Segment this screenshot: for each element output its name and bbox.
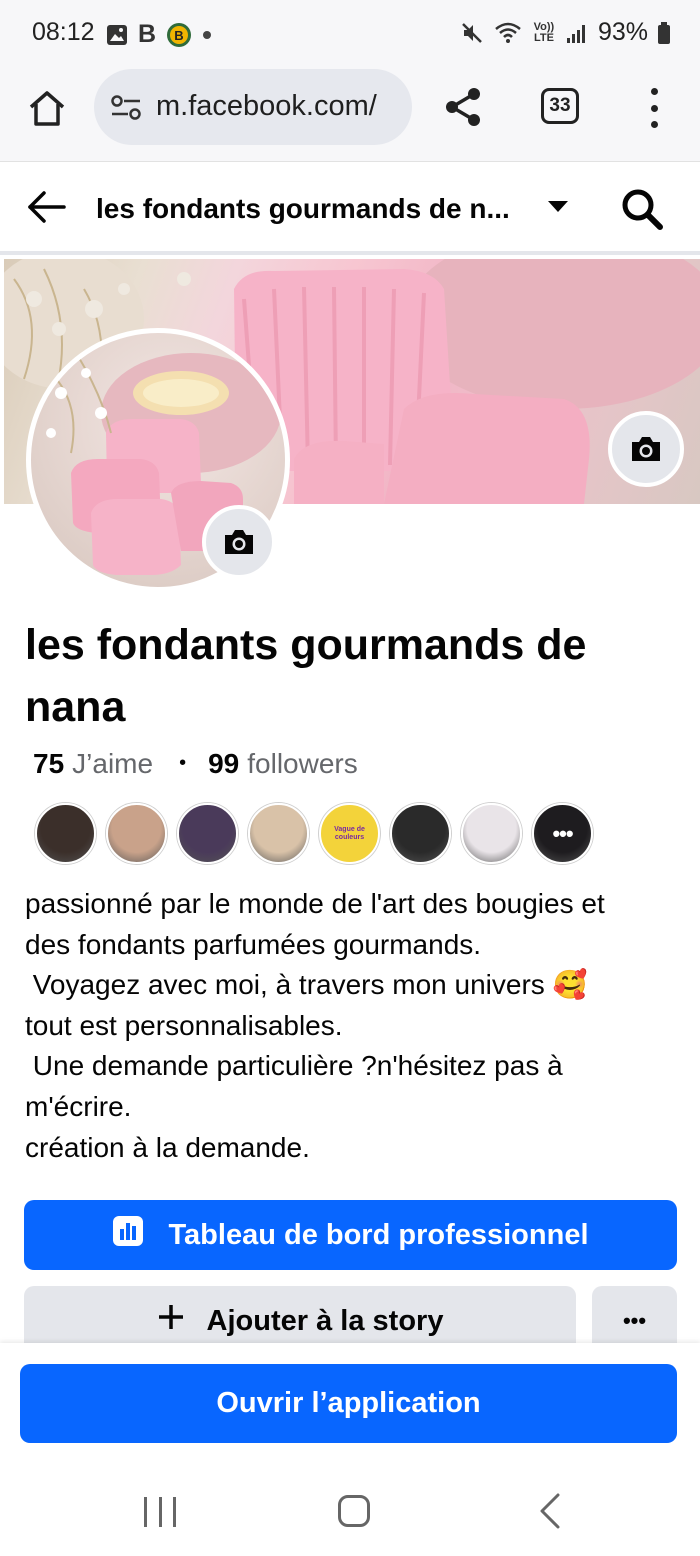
status-time: 08:12 [32, 18, 95, 46]
b-icon: B [138, 20, 157, 48]
search-icon[interactable] [620, 187, 664, 231]
system-navigation-bar [0, 1471, 700, 1556]
followers-count: 99 [208, 748, 240, 779]
mute-icon [460, 21, 484, 45]
wifi-icon [494, 21, 522, 45]
open-app-banner: Ouvrir l’application [0, 1343, 700, 1471]
separator-dot: • [179, 752, 187, 774]
back-arrow-icon[interactable] [26, 189, 68, 225]
status-right-icons: Vo)) LTE 93% [460, 18, 670, 47]
follower-avatar[interactable]: Vague de couleurs [319, 803, 380, 864]
story-label: Ajouter à la story [206, 1304, 444, 1337]
plus-icon [157, 1303, 185, 1339]
url-text[interactable]: m.facebook.com/ [156, 90, 377, 123]
dot-icon [202, 30, 212, 40]
volte-icon: Vo)) LTE [533, 20, 555, 44]
bio-line: m'écrire. [25, 1090, 132, 1122]
signal-icon [566, 22, 588, 44]
follower-avatar[interactable] [461, 803, 522, 864]
home-icon[interactable] [26, 88, 68, 130]
svg-text:B: B [174, 28, 183, 43]
edit-profile-picture-camera-icon[interactable] [202, 505, 276, 579]
edit-cover-camera-icon[interactable] [608, 411, 684, 487]
page-stats: 75 J’aime • 99 followers [33, 748, 358, 780]
likes-count: 75 [33, 748, 65, 779]
follower-avatar[interactable] [35, 803, 96, 864]
page-bio: passionné par le monde de l'art des boug… [25, 884, 685, 1168]
follower-avatars: Vague de couleurs ••• [35, 803, 593, 864]
professional-dashboard-button[interactable]: Tableau de bord professionnel [24, 1200, 677, 1270]
page-header: les fondants gourmands de n... [0, 163, 700, 255]
battery-percent: 93% [597, 18, 648, 46]
follower-avatar-label: Vague de couleurs [334, 825, 365, 841]
likes-label[interactable]: J’aime [72, 748, 153, 780]
status-left-icons: B B [106, 20, 212, 49]
follower-avatar[interactable] [248, 803, 309, 864]
follower-avatar[interactable] [390, 803, 451, 864]
status-bar: 08:12 B B Vo)) LTE 93% [0, 0, 700, 66]
more-followers-indicator: ••• [552, 820, 573, 846]
dashboard-label: Tableau de bord professionnel [168, 1218, 589, 1251]
see-all-followers-avatar[interactable]: ••• [532, 803, 593, 864]
open-app-button[interactable]: Ouvrir l’application [20, 1364, 677, 1443]
chevron-down-icon[interactable] [548, 201, 568, 212]
follower-avatar[interactable] [177, 803, 238, 864]
battery-icon [658, 21, 670, 44]
bio-line: Une demande particulière ?n'hésitez pas … [25, 1050, 563, 1082]
share-icon[interactable] [442, 86, 484, 128]
browser-menu-icon[interactable] [642, 88, 666, 128]
home-button-icon[interactable] [338, 1495, 370, 1527]
bio-line: Voyagez avec moi, à travers mon univers … [25, 969, 588, 1001]
address-bar[interactable]: m.facebook.com/ [94, 69, 412, 145]
follower-avatar[interactable] [106, 803, 167, 864]
bio-line: des fondants parfumées gourmands. [25, 928, 482, 960]
page-name: les fondants gourmands de nana [25, 621, 587, 731]
back-icon[interactable] [536, 1493, 564, 1529]
tabs-count-button[interactable]: 33 [541, 88, 579, 124]
gallery-icon [106, 24, 128, 46]
site-settings-icon[interactable] [110, 95, 142, 126]
b-badge-icon: B [166, 22, 192, 48]
dashboard-icon [112, 1215, 144, 1255]
followers-label[interactable]: followers [247, 748, 357, 780]
recent-apps-icon[interactable] [144, 1497, 176, 1527]
bio-line: création à la demande. [25, 1131, 310, 1163]
header-title: les fondants gourmands de n... [96, 193, 510, 224]
bio-line: tout est personnalisables. [25, 1009, 343, 1041]
browser-toolbar: m.facebook.com/ 33 [0, 66, 700, 162]
bio-line: passionné par le monde de l'art des boug… [25, 888, 605, 919]
